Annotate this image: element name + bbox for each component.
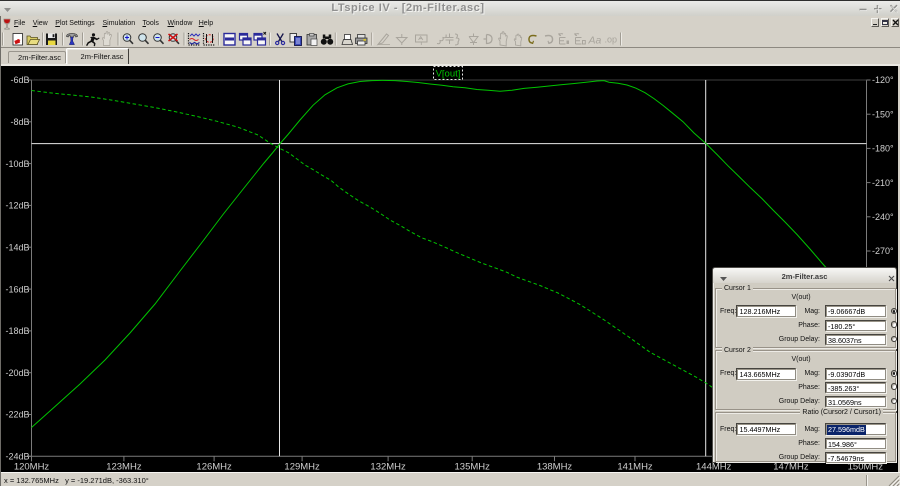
svg-text:147MHz: 147MHz — [773, 462, 809, 473]
svg-text:-16dB: -16dB — [5, 284, 29, 294]
svg-text:-24dB: -24dB — [5, 452, 29, 462]
svg-text:.op: .op — [605, 35, 618, 45]
svg-text:-180°: -180° — [872, 144, 894, 154]
svg-text:129MHz: 129MHz — [284, 462, 320, 473]
svg-text:-8dB: -8dB — [10, 117, 29, 127]
svg-text:-22dB: -22dB — [5, 410, 29, 420]
svg-text:144MHz: 144MHz — [696, 462, 732, 473]
svg-text:-14dB: -14dB — [5, 242, 29, 252]
svg-text:120MHz: 120MHz — [14, 462, 50, 473]
svg-text:Aa: Aa — [588, 35, 602, 47]
svg-text:-120°: -120° — [872, 75, 894, 85]
svg-text:126MHz: 126MHz — [196, 462, 232, 473]
svg-text:-270°: -270° — [872, 246, 894, 256]
svg-text:-18dB: -18dB — [5, 326, 29, 336]
svg-text:141MHz: 141MHz — [617, 462, 653, 473]
svg-text:-10dB: -10dB — [5, 159, 29, 169]
svg-text:-20dB: -20dB — [5, 368, 29, 378]
svg-text:-150°: -150° — [872, 109, 894, 119]
svg-text:V[out]: V[out] — [436, 69, 461, 80]
svg-text:-12dB: -12dB — [5, 201, 29, 211]
svg-text:138MHz: 138MHz — [537, 462, 573, 473]
svg-text:135MHz: 135MHz — [455, 462, 491, 473]
svg-text:-240°: -240° — [872, 212, 894, 222]
svg-text:-210°: -210° — [872, 178, 894, 188]
svg-text:123MHz: 123MHz — [106, 462, 142, 473]
svg-text:-6dB: -6dB — [10, 75, 29, 85]
svg-text:132MHz: 132MHz — [370, 462, 406, 473]
